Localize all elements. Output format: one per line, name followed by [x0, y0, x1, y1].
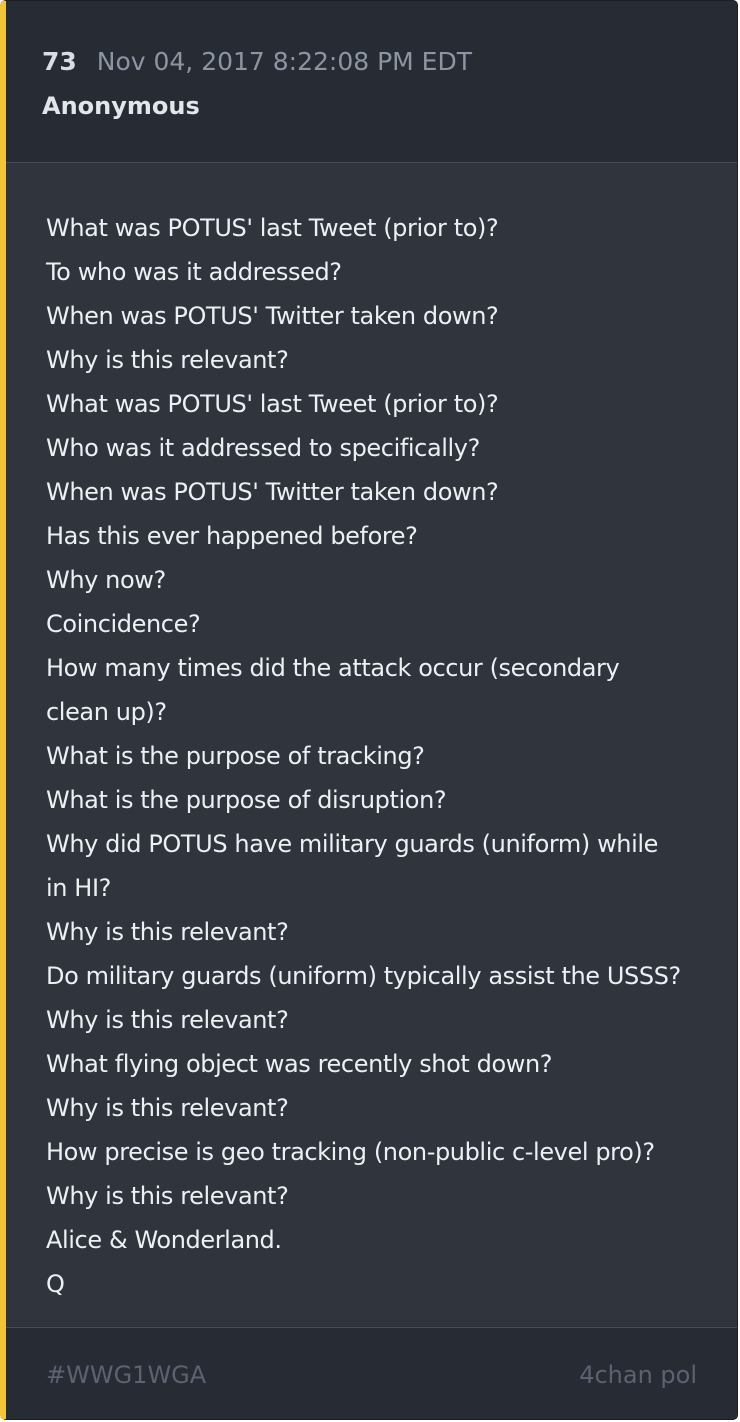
post-meta: 73 Nov 04, 2017 8:22:08 PM EDT	[42, 46, 472, 78]
post-card: 73 Nov 04, 2017 8:22:08 PM EDT Anonymous…	[0, 0, 738, 1420]
post-text-line: Has this ever happened before?	[46, 522, 418, 550]
post-text-line: What flying object was recently shot dow…	[46, 1050, 553, 1078]
hashtag-label[interactable]: #WWG1WGA	[46, 1359, 206, 1391]
post-body: What was POTUS' last Tweet (prior to)? To…	[46, 206, 706, 1306]
post-text-line: To who was it addressed?	[46, 258, 342, 286]
post-text-line: Why did POTUS have military guards (unif…	[46, 830, 659, 858]
source-label[interactable]: 4chan pol	[579, 1359, 697, 1391]
post-text-line: What was POTUS' last Tweet (prior to)?	[46, 214, 499, 242]
post-text-line: How many times did the attack occur (sec…	[46, 654, 620, 682]
post-header: 73 Nov 04, 2017 8:22:08 PM EDT Anonymous	[6, 1, 737, 163]
post-text-line: Why is this relevant?	[46, 1006, 289, 1034]
post-text-line: Q	[46, 1270, 65, 1298]
post-text-line: When was POTUS' Twitter taken down?	[46, 302, 499, 330]
post-text-line: clean up)?	[46, 698, 167, 726]
post-number[interactable]: 73	[42, 47, 77, 76]
post-text-line: How precise is geo tracking (non-public …	[46, 1138, 655, 1166]
post-text-line: Why now?	[46, 566, 166, 594]
post-timestamp: Nov 04, 2017 8:22:08 PM EDT	[96, 47, 472, 76]
post-text-line: Why is this relevant?	[46, 1182, 289, 1210]
post-text-line: Why is this relevant?	[46, 918, 289, 946]
post-text-line: in HI?	[46, 874, 111, 902]
post-author: Anonymous	[42, 92, 200, 120]
post-text-line: Coincidence?	[46, 610, 201, 638]
post-text-line: Who was it addressed to specifically?	[46, 434, 480, 462]
post-text-line: Do military guards (uniform) typically a…	[46, 962, 681, 990]
post-text-line: What was POTUS' last Tweet (prior to)?	[46, 390, 499, 418]
post-text-line: Why is this relevant?	[46, 1094, 289, 1122]
post-footer: #WWG1WGA 4chan pol	[6, 1327, 737, 1419]
post-text-line: What is the purpose of tracking?	[46, 742, 425, 770]
post-text-line: Alice & Wonderland.	[46, 1226, 282, 1254]
post-text-line: When was POTUS' Twitter taken down?	[46, 478, 499, 506]
post-text-line: What is the purpose of disruption?	[46, 786, 447, 814]
post-text-line: Why is this relevant?	[46, 346, 289, 374]
